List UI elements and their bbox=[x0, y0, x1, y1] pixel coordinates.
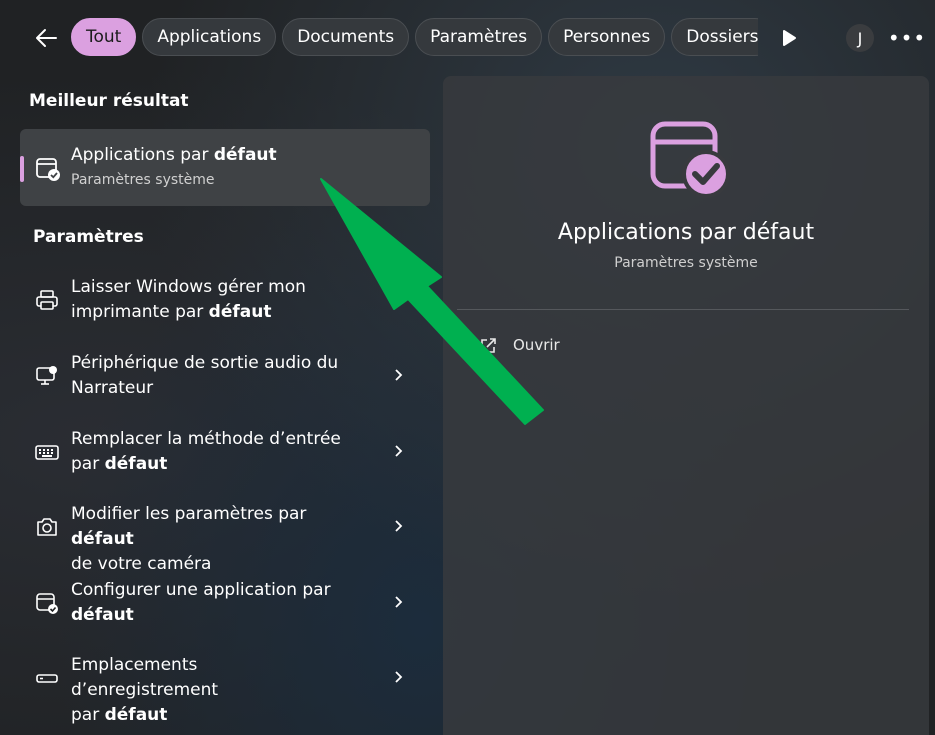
divider bbox=[457, 309, 909, 310]
default-apps-icon bbox=[36, 158, 60, 181]
settings-item-input-method[interactable]: Remplacer la méthode d’entrée par défaut bbox=[20, 427, 430, 497]
camera-icon bbox=[37, 518, 57, 536]
settings-item-save-locations[interactable]: Emplacements d’enregistrement par défaut bbox=[20, 653, 430, 725]
best-result-subtitle: Paramètres système bbox=[71, 172, 215, 188]
best-result-item[interactable]: Applications par défaut Paramètres systè… bbox=[20, 129, 430, 206]
settings-item-label: Configurer une application par défaut bbox=[71, 580, 331, 625]
filter-chip-dossiers[interactable]: Dossiers bbox=[671, 18, 758, 56]
settings-item-label: Modifier les paramètres par défaut de vo… bbox=[71, 504, 307, 574]
chevron-right-icon bbox=[395, 445, 403, 457]
settings-item-narrator-audio[interactable]: Périphérique de sortie audio du Narrateu… bbox=[20, 351, 430, 421]
chevron-right-icon bbox=[395, 596, 403, 608]
printer-icon bbox=[36, 290, 58, 310]
settings-item-label: Laisser Windows gérer mon imprimante par… bbox=[71, 277, 306, 322]
chevron-right-icon bbox=[395, 369, 403, 381]
best-result-title: Applications par défaut bbox=[71, 145, 277, 165]
open-external-icon[interactable] bbox=[479, 337, 497, 355]
filter-chip-parametres[interactable]: Paramètres bbox=[415, 18, 543, 56]
scroll-filters-right-button[interactable] bbox=[778, 26, 800, 50]
back-arrow-icon bbox=[36, 29, 57, 47]
preview-panel: Applications par défaut Paramètres systè… bbox=[443, 76, 929, 735]
filter-chip-tout[interactable]: Tout bbox=[71, 18, 137, 56]
settings-item-label: Remplacer la méthode d’entrée par défaut bbox=[71, 429, 341, 474]
default-apps-icon bbox=[36, 593, 58, 614]
search-filter-bar: Tout Applications Documents Paramètres P… bbox=[0, 0, 935, 76]
more-options-button[interactable]: ••• bbox=[888, 24, 925, 52]
chevron-right-icon bbox=[395, 293, 403, 305]
filter-chip-applications[interactable]: Applications bbox=[142, 18, 277, 56]
back-button[interactable] bbox=[30, 22, 62, 54]
settings-item-configure-default-app[interactable]: Configurer une application par défaut bbox=[20, 578, 430, 648]
play-icon bbox=[783, 30, 796, 46]
best-result-heading: Meilleur résultat bbox=[29, 91, 189, 111]
chevron-right-icon bbox=[395, 520, 403, 532]
keyboard-icon bbox=[35, 445, 59, 460]
default-apps-icon bbox=[650, 121, 730, 198]
open-button[interactable]: Ouvrir bbox=[513, 336, 560, 354]
settings-item-printer[interactable]: Laisser Windows gérer mon imprimante par… bbox=[20, 275, 430, 345]
settings-item-label: Emplacements d’enregistrement par défaut bbox=[71, 655, 219, 725]
preview-title: Applications par défaut bbox=[557, 220, 815, 245]
avatar[interactable]: J bbox=[846, 24, 874, 52]
filter-chips: Tout Applications Documents Paramètres P… bbox=[71, 18, 758, 58]
chevron-right-icon bbox=[395, 671, 403, 683]
selection-indicator bbox=[20, 156, 24, 182]
filter-chip-personnes[interactable]: Personnes bbox=[548, 18, 666, 56]
settings-heading: Paramètres bbox=[33, 227, 144, 247]
settings-item-label: Périphérique de sortie audio du Narrateu… bbox=[71, 353, 339, 398]
settings-item-camera[interactable]: Modifier les paramètres par défaut de vo… bbox=[20, 502, 430, 574]
narrator-icon bbox=[36, 366, 57, 385]
ellipsis-icon: ••• bbox=[887, 26, 927, 50]
storage-icon bbox=[36, 674, 58, 683]
preview-subtitle: Paramètres système bbox=[614, 255, 758, 271]
filter-chip-documents[interactable]: Documents bbox=[282, 18, 410, 56]
